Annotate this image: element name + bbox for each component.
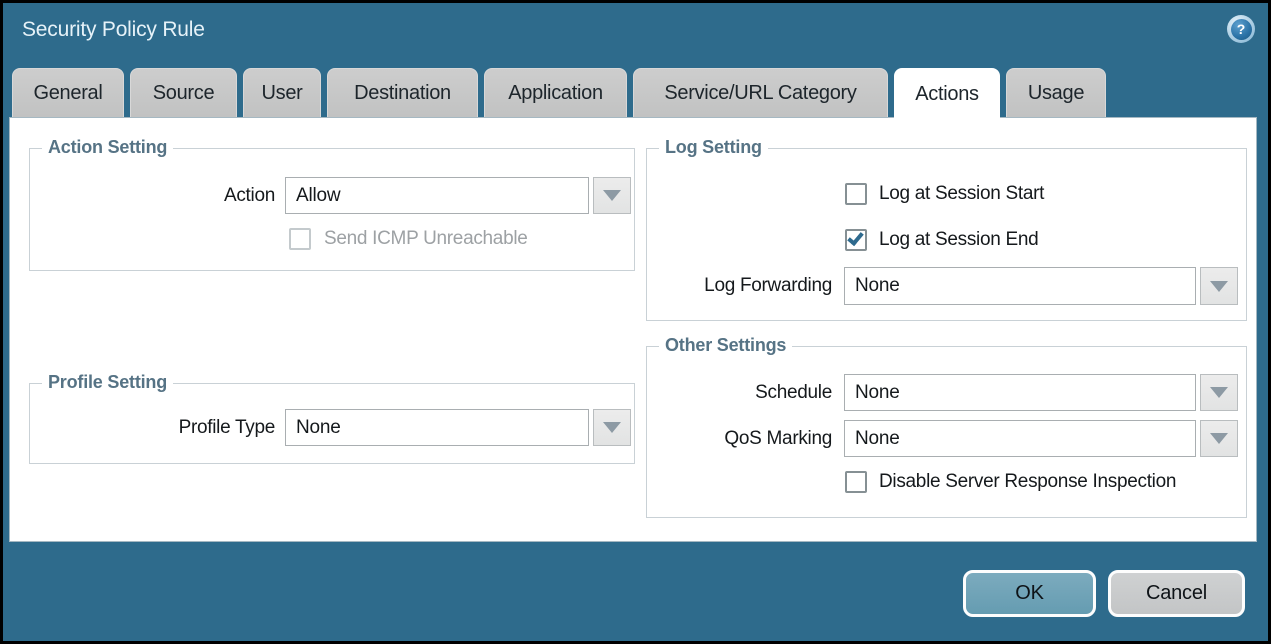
tab-service-url-category[interactable]: Service/URL Category xyxy=(633,68,888,117)
log-setting-group: Log Setting Log at Session Start Log at … xyxy=(646,148,1247,321)
disable-server-response-inspection-label: Disable Server Response Inspection xyxy=(879,471,1176,493)
chevron-down-icon xyxy=(1210,433,1228,444)
action-dropdown-arrow[interactable] xyxy=(593,177,631,214)
log-at-session-start-label: Log at Session Start xyxy=(879,183,1044,205)
log-forwarding-label: Log Forwarding xyxy=(657,267,832,305)
profile-type-dropdown-value: None xyxy=(296,417,341,439)
security-policy-rule-dialog: Security Policy Rule ? General Source Us… xyxy=(0,0,1271,644)
tab-bar: General Source User Destination Applicat… xyxy=(12,68,1106,117)
schedule-label: Schedule xyxy=(657,374,832,411)
log-at-session-end-label: Log at Session End xyxy=(879,229,1038,251)
tab-usage[interactable]: Usage xyxy=(1006,68,1106,117)
chevron-down-icon xyxy=(1210,281,1228,292)
send-icmp-unreachable-label: Send ICMP Unreachable xyxy=(324,228,528,250)
qos-marking-dropdown[interactable]: None xyxy=(844,420,1196,457)
action-dropdown[interactable]: Allow xyxy=(285,177,589,214)
help-icon: ? xyxy=(1231,19,1252,40)
action-dropdown-value: Allow xyxy=(296,185,340,207)
other-settings-legend: Other Settings xyxy=(659,335,792,356)
schedule-dropdown-arrow[interactable] xyxy=(1200,374,1238,411)
ok-button[interactable]: OK xyxy=(963,570,1096,617)
other-settings-group: Other Settings Schedule None QoS Marking… xyxy=(646,346,1247,518)
profile-type-label: Profile Type xyxy=(30,409,275,446)
tab-general[interactable]: General xyxy=(12,68,124,117)
log-at-session-start-checkbox[interactable] xyxy=(845,183,867,205)
profile-setting-group: Profile Setting Profile Type None xyxy=(29,383,635,464)
help-button[interactable]: ? xyxy=(1227,15,1255,43)
action-label: Action xyxy=(30,177,275,214)
log-setting-legend: Log Setting xyxy=(659,137,768,158)
qos-marking-label: QoS Marking xyxy=(657,420,832,457)
tab-actions[interactable]: Actions xyxy=(894,68,1000,120)
send-icmp-unreachable-checkbox xyxy=(289,228,311,250)
log-at-session-end-checkbox[interactable] xyxy=(845,229,867,251)
tab-source[interactable]: Source xyxy=(130,68,237,117)
qos-marking-dropdown-value: None xyxy=(855,428,900,450)
action-setting-legend: Action Setting xyxy=(42,137,173,158)
checkmark-icon xyxy=(847,229,864,246)
profile-type-dropdown-arrow[interactable] xyxy=(593,409,631,446)
tab-application[interactable]: Application xyxy=(484,68,627,117)
chevron-down-icon xyxy=(1210,387,1228,398)
cancel-button[interactable]: Cancel xyxy=(1108,570,1245,617)
chevron-down-icon xyxy=(603,422,621,433)
tab-content-panel: Action Setting Action Allow Send ICMP Un… xyxy=(9,117,1257,542)
schedule-dropdown[interactable]: None xyxy=(844,374,1196,411)
action-setting-group: Action Setting Action Allow Send ICMP Un… xyxy=(29,148,635,271)
qos-marking-dropdown-arrow[interactable] xyxy=(1200,420,1238,457)
disable-server-response-inspection-checkbox[interactable] xyxy=(845,471,867,493)
profile-type-dropdown[interactable]: None xyxy=(285,409,589,446)
profile-setting-legend: Profile Setting xyxy=(42,372,173,393)
page-title: Security Policy Rule xyxy=(22,18,205,42)
tab-destination[interactable]: Destination xyxy=(327,68,478,117)
log-forwarding-dropdown-arrow[interactable] xyxy=(1200,267,1238,305)
tab-user[interactable]: User xyxy=(243,68,321,117)
log-forwarding-dropdown-value: None xyxy=(855,275,900,297)
dialog-background: Security Policy Rule ? General Source Us… xyxy=(3,3,1268,641)
schedule-dropdown-value: None xyxy=(855,382,900,404)
chevron-down-icon xyxy=(603,190,621,201)
log-forwarding-dropdown[interactable]: None xyxy=(844,267,1196,305)
